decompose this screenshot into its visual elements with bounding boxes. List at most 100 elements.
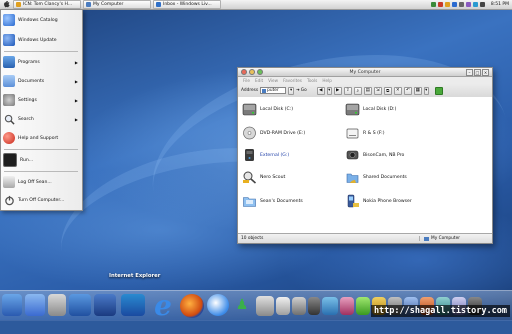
clock[interactable]: 8:51 PM xyxy=(491,2,509,7)
drive-label: External (G:) xyxy=(260,152,290,158)
menu-edit[interactable]: Edit xyxy=(255,78,263,83)
app-icon[interactable] xyxy=(340,297,354,315)
camera-icon[interactable] xyxy=(256,296,274,316)
mail-icon[interactable] xyxy=(25,294,45,316)
folder-shared-documents[interactable]: Shared Documents xyxy=(345,169,407,185)
security-icon[interactable] xyxy=(437,2,443,7)
drive-local-disk-d[interactable]: Local Disk (D:) xyxy=(345,101,396,117)
folder-icon[interactable] xyxy=(69,294,91,316)
drive-external-g[interactable]: External (G:) xyxy=(242,147,289,163)
start-menu-item-documents[interactable]: Documents ▶ xyxy=(3,73,80,89)
menu-file[interactable]: File xyxy=(243,78,250,83)
taskbar-tab-label: My Computer xyxy=(93,2,124,7)
start-menu-item-help[interactable]: Help and Support xyxy=(3,130,80,146)
menu-separator xyxy=(4,171,78,172)
back-button[interactable]: ◀ xyxy=(316,86,325,95)
window-titlebar[interactable]: My Computer – □ × xyxy=(238,68,492,77)
webcam-icon xyxy=(345,148,360,162)
views-dropdown-button[interactable]: ▾ xyxy=(423,86,429,95)
search-icon xyxy=(3,113,15,125)
start-menu-item-run[interactable]: Run... xyxy=(3,152,80,168)
drive-dvd-ram-e[interactable]: DVD-RAM Drive (E:) xyxy=(242,125,305,141)
search-button[interactable]: ⌕ xyxy=(353,86,362,95)
start-menu-item-windows-catalog[interactable]: Windows Catalog xyxy=(3,12,80,28)
shared-folder-icon xyxy=(345,170,360,184)
taskbar-tab[interactable]: My Computer xyxy=(83,0,151,9)
taskbar-tab[interactable]: Inbox - Windows Liv... xyxy=(153,0,221,9)
folder-seans-documents[interactable]: Sean's Documents xyxy=(242,193,303,209)
start-menu-item-label: Windows Catalog xyxy=(18,17,58,23)
firefox-icon[interactable] xyxy=(180,294,204,318)
drive-local-disk-c[interactable]: Local Disk (C:) xyxy=(242,101,293,117)
mail-icon xyxy=(156,2,161,7)
app-icon[interactable] xyxy=(322,297,338,315)
content-pane: Local Disk (C:) Local Disk (D:) DVD-RAM … xyxy=(238,97,492,233)
submenu-arrow-icon: ▶ xyxy=(74,78,78,84)
drive-r-and-s-f[interactable]: R & S (F:) xyxy=(345,125,385,141)
views-button[interactable]: ▦ xyxy=(413,86,422,95)
tray-app-icon[interactable] xyxy=(479,2,485,7)
mail-stamp-icon[interactable] xyxy=(121,294,145,316)
calculator-icon[interactable] xyxy=(292,297,306,315)
start-menu-item-label: Settings xyxy=(18,97,37,103)
address-dropdown-button[interactable]: ▾ xyxy=(288,86,295,95)
status-bar: 10 objects My Computer xyxy=(238,233,492,243)
menu-help[interactable]: Help xyxy=(322,78,332,83)
internet-explorer-icon[interactable]: e xyxy=(148,289,178,322)
address-field[interactable]: puter xyxy=(260,87,287,94)
apple-logo-icon xyxy=(3,1,10,8)
go-button[interactable]: ➔ Go xyxy=(296,88,307,93)
up-folder-button[interactable]: ⇧ xyxy=(343,86,352,95)
removable-drive-icon xyxy=(345,126,360,140)
finder-icon[interactable] xyxy=(2,294,22,316)
volume-icon[interactable] xyxy=(458,2,464,7)
messenger-icon[interactable] xyxy=(444,2,450,7)
go-label: Go xyxy=(300,88,307,93)
documents-icon xyxy=(3,75,15,87)
hard-disk-icon xyxy=(242,102,257,116)
catalog-icon xyxy=(3,14,15,26)
start-menu-item-windows-update[interactable]: Windows Update xyxy=(3,32,80,48)
windows-flag-icon[interactable] xyxy=(434,86,443,95)
app-icon[interactable] xyxy=(356,297,370,315)
phone-icon[interactable] xyxy=(308,297,320,315)
start-menu-item-turn-off[interactable]: Turn Off Computer... xyxy=(3,192,80,208)
app-nokia-phone-browser[interactable]: Nokia Phone Browser xyxy=(345,193,412,209)
folder-icon xyxy=(242,194,257,208)
network-icon[interactable] xyxy=(430,2,436,7)
tray-app-icon[interactable] xyxy=(465,2,471,7)
device-label: BisonCam, NB Pro xyxy=(363,152,405,158)
update-icon xyxy=(3,34,15,46)
system-icon[interactable] xyxy=(48,294,66,316)
eagle-app-icon[interactable] xyxy=(94,294,116,316)
bluetooth-icon[interactable] xyxy=(451,2,457,7)
document-icon[interactable] xyxy=(276,297,290,315)
start-menu-item-programs[interactable]: Programs ▶ xyxy=(3,54,80,70)
folders-button[interactable]: ▤ xyxy=(363,86,372,95)
folder-label: Shared Documents xyxy=(363,174,407,180)
drive-label: Local Disk (D:) xyxy=(363,106,397,112)
forward-button[interactable]: ▶ xyxy=(333,86,342,95)
menu-view[interactable]: View xyxy=(268,78,278,83)
menu-tools[interactable]: Tools xyxy=(307,78,317,83)
my-computer-window: My Computer – □ × File Edit View Favorit… xyxy=(237,67,493,244)
delete-button[interactable]: ✕ xyxy=(393,86,402,95)
start-menu-item-label: Windows Update xyxy=(18,37,57,43)
media-player-icon[interactable] xyxy=(207,294,229,316)
move-to-button[interactable]: ⇲ xyxy=(373,86,382,95)
tray-app-icon[interactable] xyxy=(472,2,478,7)
folder-label: Sean's Documents xyxy=(260,198,303,204)
messenger-icon[interactable]: ♟ xyxy=(232,294,252,316)
undo-button[interactable]: ↶ xyxy=(403,86,412,95)
menu-favorites[interactable]: Favorites xyxy=(283,78,302,83)
app-nero-scout[interactable]: Nero Scout xyxy=(242,169,285,185)
device-bisoncam[interactable]: BisonCam, NB Pro xyxy=(345,147,404,163)
copy-to-button[interactable]: ⧉ xyxy=(383,86,392,95)
start-menu-item-settings[interactable]: Settings ▶ xyxy=(3,92,80,108)
back-dropdown-button[interactable]: ▾ xyxy=(326,86,332,95)
start-menu-item-log-off[interactable]: Log Off Sean... xyxy=(3,174,80,190)
my-computer-icon xyxy=(262,88,267,93)
taskbar-tab[interactable]: ICN: Tom Clancy's H... xyxy=(13,0,81,9)
start-menu-button[interactable] xyxy=(2,1,10,9)
start-menu-item-search[interactable]: Search ▶ xyxy=(3,111,80,127)
